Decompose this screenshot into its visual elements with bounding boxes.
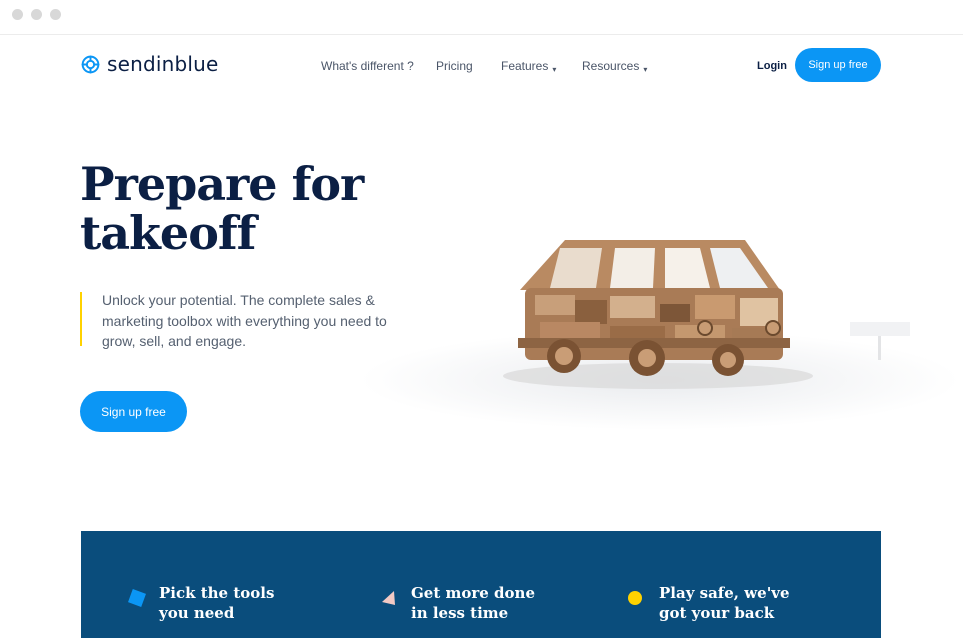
feature-line-1: Get more done xyxy=(411,584,535,602)
feature-pick-tools: Pick the tools you need xyxy=(159,583,274,623)
chevron-down-icon: ▾ xyxy=(643,65,648,74)
hero-title: Prepare for takeoff xyxy=(80,157,364,260)
feature-play-safe: Play safe, we've got your back xyxy=(659,583,790,623)
brand-logo[interactable]: sendinblue xyxy=(80,52,219,76)
feature-line-2: you need xyxy=(159,604,235,622)
yellow-circle-icon xyxy=(628,591,642,605)
brand-name: sendinblue xyxy=(107,52,219,76)
browser-chrome xyxy=(0,0,963,35)
feature-line-1: Play safe, we've xyxy=(659,584,790,602)
signup-button-nav[interactable]: Sign up free xyxy=(795,48,881,82)
feature-text: Pick the tools you need xyxy=(159,583,274,623)
nav-item-label: Features xyxy=(501,59,549,73)
hero-title-line-2: takeoff xyxy=(80,206,256,260)
nav-item-pricing[interactable]: Pricing xyxy=(436,59,473,73)
login-link[interactable]: Login xyxy=(757,60,787,72)
signup-button-hero[interactable]: Sign up free xyxy=(80,391,187,432)
nav-item-whats-different[interactable]: What's different ? xyxy=(321,59,414,73)
nav-item-label: What's different ? xyxy=(321,59,414,73)
hero-description: Unlock your potential. The complete sale… xyxy=(102,292,387,349)
blue-diamond-icon xyxy=(128,589,146,607)
nav-item-resources[interactable]: Resources ▾ xyxy=(582,59,647,74)
hero-title-line-1: Prepare for xyxy=(80,157,364,211)
feature-text: Play safe, we've got your back xyxy=(659,583,790,623)
pink-triangle-icon xyxy=(382,591,395,605)
sendinblue-logo-icon xyxy=(81,55,100,73)
nav-item-label: Pricing xyxy=(436,59,473,73)
feature-line-2: in less time xyxy=(411,604,509,622)
window-close-dot-icon[interactable] xyxy=(12,9,23,20)
top-navigation: sendinblue What's different ? Pricing Fe… xyxy=(0,35,963,97)
feature-line-1: Pick the tools xyxy=(159,584,275,602)
nav-item-label: Resources xyxy=(582,59,640,73)
chevron-down-icon: ▾ xyxy=(552,65,557,74)
accent-bar xyxy=(80,292,82,346)
feature-get-more-done: Get more done in less time xyxy=(411,583,535,623)
window-minimize-dot-icon[interactable] xyxy=(31,9,42,20)
feature-text: Get more done in less time xyxy=(411,583,535,623)
window-maximize-dot-icon[interactable] xyxy=(50,9,61,20)
wooden-van-image xyxy=(360,240,960,430)
feature-line-2: got your back xyxy=(659,604,775,622)
nav-item-features[interactable]: Features ▾ xyxy=(501,59,556,74)
